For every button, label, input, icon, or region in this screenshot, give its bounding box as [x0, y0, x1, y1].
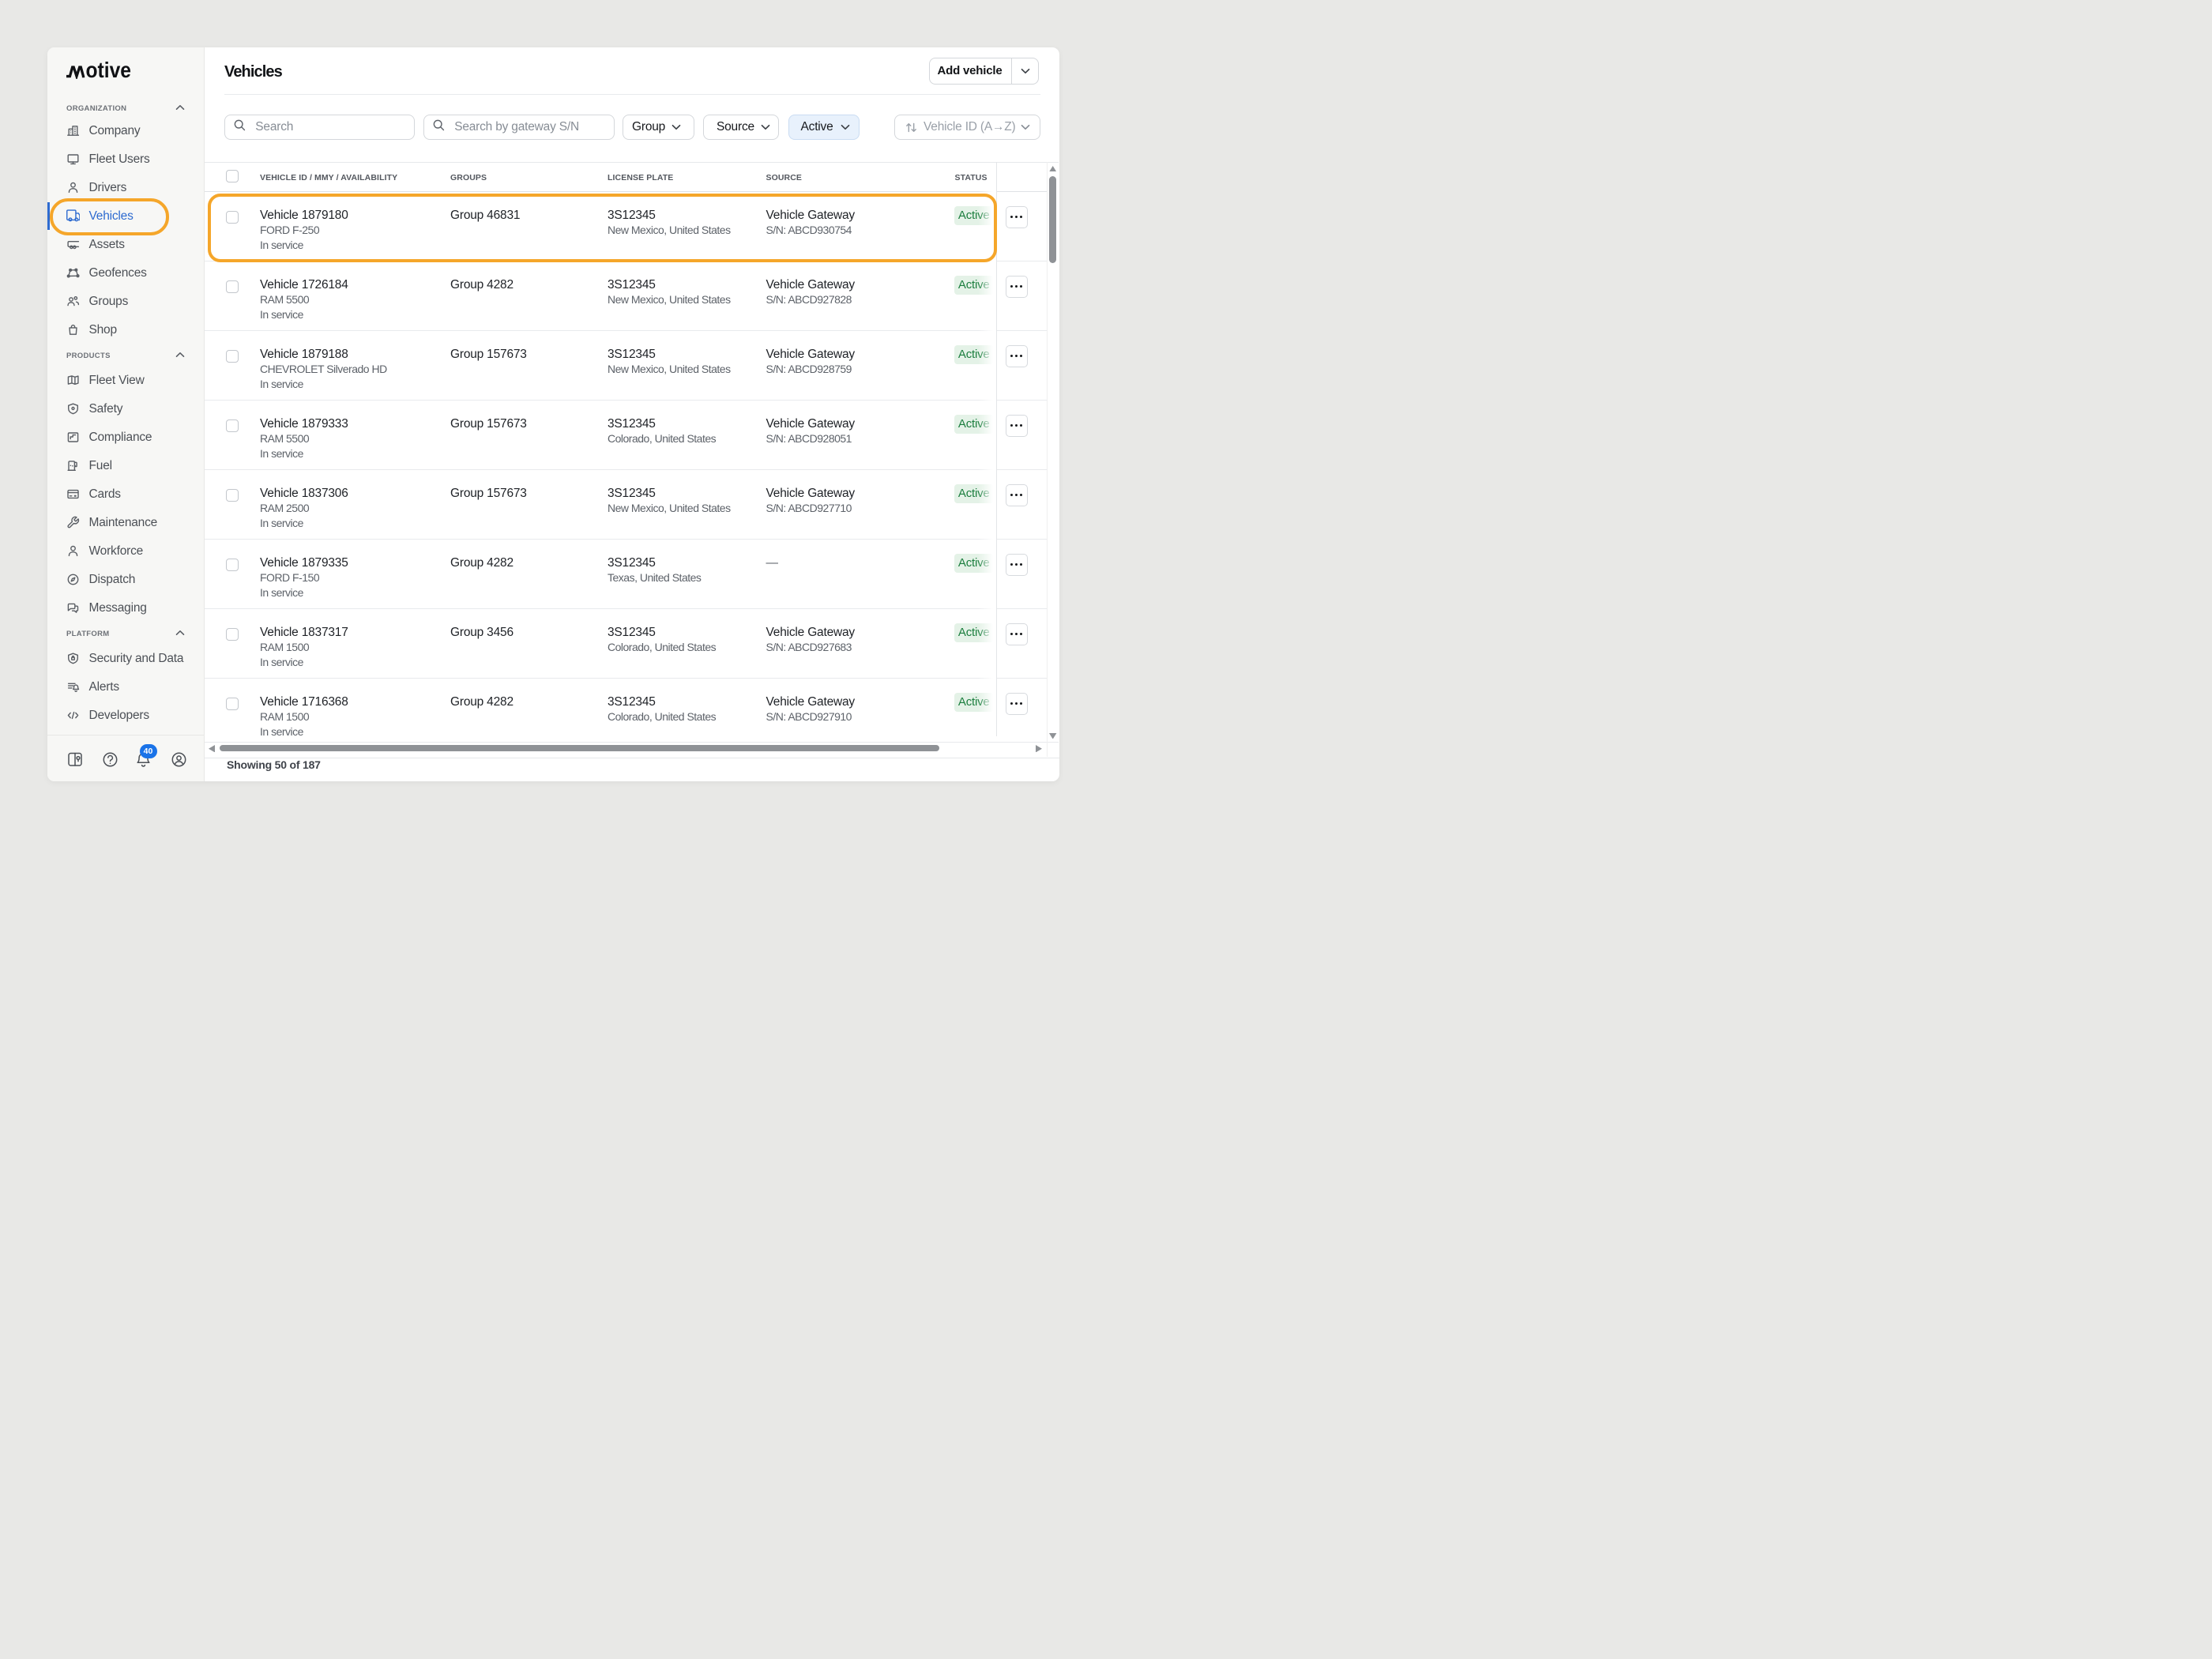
svg-text:otive: otive [86, 62, 132, 79]
